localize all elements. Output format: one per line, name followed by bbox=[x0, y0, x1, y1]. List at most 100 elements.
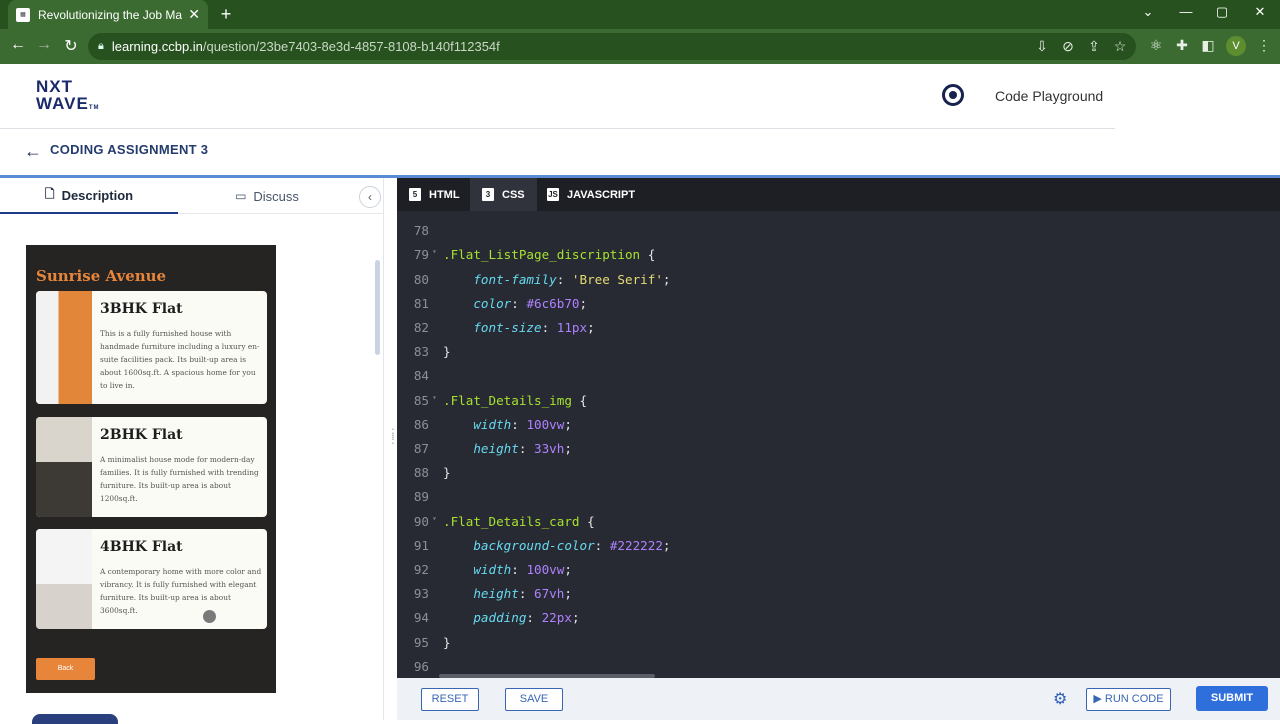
editor-tabs: 5 HTML 3 CSS JS JAVASCRIPT bbox=[397, 178, 1280, 211]
code-line[interactable] bbox=[397, 211, 1280, 223]
panel-bottom-button[interactable] bbox=[32, 714, 118, 724]
favicon-icon: ▦ bbox=[16, 7, 30, 22]
react-extension-icon[interactable]: ⚛ bbox=[1146, 37, 1166, 54]
code-line[interactable]: 88} bbox=[397, 465, 1280, 489]
code-line[interactable]: 83} bbox=[397, 344, 1280, 368]
fold-icon[interactable]: ▾ bbox=[432, 514, 437, 523]
fold-icon[interactable]: ▾ bbox=[432, 393, 437, 402]
tab-search-button[interactable]: ⌄ bbox=[1138, 4, 1158, 20]
code-line[interactable]: 92 width: 100vw; bbox=[397, 562, 1280, 586]
maximize-button[interactable]: ▢ bbox=[1212, 4, 1232, 20]
code-line[interactable]: 91 background-color: #222222; bbox=[397, 538, 1280, 562]
tab-discuss[interactable]: ▭ Discuss bbox=[178, 178, 356, 214]
preview-back-button: Back bbox=[36, 658, 95, 680]
tab-close-icon[interactable]: ✕ bbox=[188, 6, 200, 23]
reload-icon[interactable]: ↻ bbox=[61, 36, 81, 56]
line-number: 78 bbox=[413, 223, 429, 239]
code-area[interactable]: 78 79 ▾ .Flat_ListPage_discription {80 font… bbox=[397, 211, 1280, 678]
profile-avatar[interactable]: V bbox=[1226, 36, 1246, 56]
code-line[interactable]: 89 bbox=[397, 489, 1280, 513]
flat-photo bbox=[36, 417, 92, 517]
share-icon[interactable]: ⇪ bbox=[1084, 38, 1104, 55]
minimize-button[interactable]: — bbox=[1176, 4, 1196, 19]
tab-javascript[interactable]: JS JAVASCRIPT bbox=[535, 178, 647, 211]
line-text: width: 100vw; bbox=[473, 416, 572, 432]
back-arrow-icon[interactable]: ← bbox=[24, 141, 42, 162]
run-code-button[interactable]: ▶ RUN CODE bbox=[1086, 688, 1171, 711]
html5-icon: 5 bbox=[409, 188, 421, 201]
code-line[interactable]: 87 height: 33vh; bbox=[397, 441, 1280, 465]
line-text: color: #6c6b70; bbox=[473, 295, 588, 311]
card-title: 3BHK Flat bbox=[100, 301, 183, 317]
line-number: 93 bbox=[413, 586, 429, 602]
collapse-panel-button[interactable]: ‹ bbox=[359, 186, 381, 208]
assignment-bar: ← CODING ASSIGNMENT 3 bbox=[0, 130, 1280, 175]
forward-icon[interactable]: → bbox=[34, 36, 54, 54]
card-description: This is a fully furnished house with han… bbox=[100, 329, 260, 390]
line-number: 90 bbox=[413, 513, 429, 529]
puzzle-extension-icon[interactable]: ✚ bbox=[1172, 37, 1192, 54]
timer-icon[interactable] bbox=[942, 84, 964, 106]
panel-scrollbar[interactable] bbox=[375, 260, 380, 355]
line-text: } bbox=[443, 465, 451, 481]
panel-tabs: 🗋 Description ▭ Discuss ‹ bbox=[0, 178, 384, 214]
output-preview-image: Sunrise Avenue 3BHK Flat This is a fully… bbox=[26, 245, 276, 693]
document-icon: 🗋 bbox=[44, 186, 55, 201]
line-text: font-family: 'Bree Serif'; bbox=[473, 271, 671, 287]
code-line[interactable]: 80 font-family: 'Bree Serif'; bbox=[397, 272, 1280, 296]
tab-description[interactable]: 🗋 Description bbox=[0, 178, 178, 214]
app-header: NXT WAVETM Code Playground bbox=[0, 64, 1280, 130]
back-icon[interactable]: ← bbox=[8, 36, 28, 54]
code-line[interactable]: 78 bbox=[397, 223, 1280, 247]
line-text: .Flat_ListPage_discription { bbox=[443, 247, 656, 263]
eye-off-icon[interactable]: ⊘ bbox=[1058, 38, 1078, 55]
line-number: 84 bbox=[413, 368, 429, 384]
line-text: height: 67vh; bbox=[473, 586, 572, 602]
header-divider bbox=[0, 128, 1115, 129]
fold-icon[interactable]: ▾ bbox=[432, 247, 437, 256]
code-line[interactable]: 79 ▾ .Flat_ListPage_discription { bbox=[397, 247, 1280, 271]
close-window-button[interactable]: ✕ bbox=[1250, 4, 1270, 20]
nxtwave-logo[interactable]: NXT WAVETM bbox=[36, 78, 99, 117]
card-title: 2BHK Flat bbox=[100, 427, 183, 443]
new-tab-button[interactable]: + bbox=[216, 4, 236, 25]
code-line[interactable]: 81 color: #6c6b70; bbox=[397, 296, 1280, 320]
sidebar-icon[interactable]: ◧ bbox=[1198, 37, 1218, 54]
flat-card: 4BHK Flat A contemporary home with more … bbox=[36, 529, 267, 629]
flat-card: 2BHK Flat A minimalist house mode for mo… bbox=[36, 417, 267, 517]
settings-gear-icon[interactable]: ⚙ bbox=[1053, 689, 1067, 709]
code-line[interactable]: 86 width: 100vw; bbox=[397, 417, 1280, 441]
save-button[interactable]: SAVE bbox=[505, 688, 563, 711]
line-number: 94 bbox=[413, 610, 429, 626]
line-number: 85 bbox=[413, 392, 429, 408]
code-playground-link[interactable]: Code Playground bbox=[995, 88, 1103, 104]
line-text: padding: 22px; bbox=[473, 610, 580, 626]
code-line[interactable]: 85 ▾ .Flat_Details_img { bbox=[397, 393, 1280, 417]
assignment-title: CODING ASSIGNMENT 3 bbox=[50, 142, 209, 157]
star-icon[interactable]: ☆ bbox=[1110, 38, 1130, 55]
code-line[interactable]: 95} bbox=[397, 635, 1280, 659]
address-bar[interactable]: 🔒︎ learning.ccbp.in/question/23be7403-8e… bbox=[88, 33, 1136, 60]
line-text: height: 33vh; bbox=[473, 441, 572, 456]
tab-title: Revolutionizing the Job Market | bbox=[38, 7, 183, 22]
line-number: 81 bbox=[413, 295, 429, 311]
reset-button[interactable]: RESET bbox=[421, 688, 479, 711]
tab-html[interactable]: 5 HTML bbox=[397, 178, 472, 211]
tab-css[interactable]: 3 CSS bbox=[470, 178, 537, 211]
kebab-menu-icon[interactable]: ⋮ bbox=[1254, 37, 1274, 54]
flat-photo bbox=[36, 529, 92, 629]
flat-photo bbox=[36, 291, 92, 404]
submit-button[interactable]: SUBMIT bbox=[1196, 686, 1268, 711]
install-icon[interactable]: ⇩ bbox=[1032, 38, 1052, 55]
line-number: 95 bbox=[413, 634, 429, 650]
url-text: learning.ccbp.in/question/23be7403-8e3d-… bbox=[111, 39, 500, 54]
line-number: 86 bbox=[413, 416, 429, 432]
js-icon: JS bbox=[547, 188, 559, 201]
code-line[interactable]: 94 padding: 22px; bbox=[397, 610, 1280, 634]
browser-tab[interactable]: ▦ Revolutionizing the Job Market | ✕ bbox=[8, 0, 208, 29]
code-line[interactable]: 93 height: 67vh; bbox=[397, 586, 1280, 610]
code-line[interactable]: 82 font-size: 11px; bbox=[397, 320, 1280, 344]
code-line[interactable]: 84 bbox=[397, 368, 1280, 392]
code-line[interactable]: 90 ▾ .Flat_Details_card { bbox=[397, 514, 1280, 538]
line-text: } bbox=[443, 344, 451, 360]
